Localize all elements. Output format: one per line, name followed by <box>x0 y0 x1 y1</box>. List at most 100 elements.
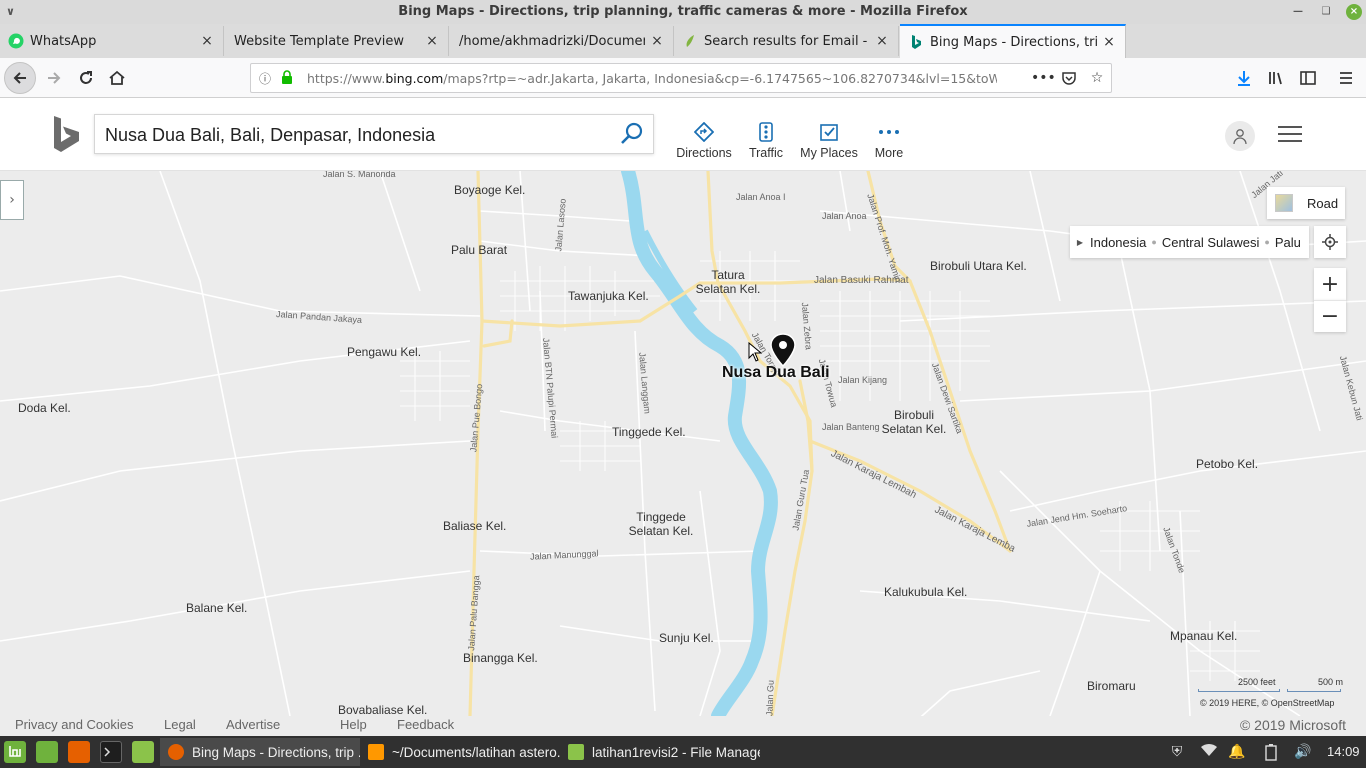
page-actions-icon[interactable]: ••• <box>1031 70 1056 86</box>
back-button[interactable] <box>4 62 36 94</box>
envato-leaf-icon <box>682 33 698 49</box>
breadcrumb-item[interactable]: Indonesia <box>1090 235 1146 250</box>
firefox-icon <box>168 744 184 760</box>
clock[interactable]: 14:09 <box>1327 744 1360 759</box>
breadcrumb-item[interactable]: Palu <box>1275 235 1301 250</box>
user-account-button[interactable] <box>1225 121 1255 151</box>
downloads-button[interactable] <box>1230 64 1258 92</box>
home-icon <box>109 70 125 85</box>
window-title: Bing Maps - Directions, trip planning, t… <box>398 4 968 19</box>
location-pin-icon[interactable] <box>769 333 797 367</box>
tab-close-icon[interactable]: × <box>649 33 665 49</box>
tab-search-results-email[interactable]: Search results for Email - Flat × <box>674 26 899 56</box>
bing-logo[interactable] <box>52 116 82 152</box>
tab-close-icon[interactable]: × <box>199 33 215 49</box>
notifications-bell-icon[interactable]: 🔔 <box>1228 743 1246 761</box>
tab-local-file[interactable]: /home/akhmadrizki/Documents/l × <box>449 26 674 56</box>
lock-icon[interactable] <box>281 69 295 87</box>
taskbar-window-file-manager[interactable]: latihan1revisi2 - File Manager <box>560 738 760 766</box>
battery-icon[interactable] <box>1262 743 1280 761</box>
reload-button[interactable] <box>72 64 100 92</box>
pin-label[interactable]: Nusa Dua Bali <box>722 364 830 382</box>
tab-close-icon[interactable]: × <box>874 33 890 49</box>
taskbar-window-sublime[interactable]: ~/Documents/latihan astero... <box>360 738 560 766</box>
footer-link-help[interactable]: Help <box>340 717 367 732</box>
traffic-button[interactable]: Traffic <box>730 122 802 160</box>
files-launcher-icon[interactable] <box>132 741 154 763</box>
url-prefix: https://www. <box>307 70 386 86</box>
terminal-launcher-icon[interactable] <box>100 741 122 763</box>
footer-link-feedback[interactable]: Feedback <box>397 717 454 732</box>
map-street-label: Jalan S. Manonda <box>323 171 396 179</box>
map-area-label: Doda Kel. <box>18 401 71 415</box>
sidebar-icon <box>1300 71 1316 85</box>
search-box[interactable] <box>94 114 654 154</box>
map-area-label: Biromaru <box>1087 679 1136 693</box>
breadcrumb-expand-icon[interactable]: ▶ <box>1070 238 1090 247</box>
footer-link-privacy[interactable]: Privacy and Cookies <box>15 717 134 732</box>
sublime-icon <box>368 744 384 760</box>
forward-button[interactable] <box>40 64 68 92</box>
breadcrumb-item[interactable]: Central Sulawesi <box>1162 235 1260 250</box>
expand-panel-button[interactable]: › <box>0 180 24 220</box>
tab-whatsapp[interactable]: WhatsApp × <box>0 26 224 56</box>
map-canvas[interactable]: Boyaoge Kel. Palu Barat Tatura Selatan K… <box>0 171 1366 716</box>
plus-icon: + <box>1320 271 1340 297</box>
more-button[interactable]: More <box>853 122 925 160</box>
minus-icon: − <box>1320 304 1340 329</box>
arrow-left-icon <box>13 72 26 84</box>
map-style-button[interactable]: Road <box>1267 187 1345 219</box>
sidebar-button[interactable] <box>1294 64 1322 92</box>
map-street-label: Jalan Anoa <box>822 211 867 221</box>
tab-bing-maps[interactable]: Bing Maps - Directions, trip pl × <box>900 24 1126 58</box>
url-text[interactable]: https://www.bing.com/maps?rtp=~adr.Jakar… <box>307 71 997 86</box>
map-area-label: Tatura Selatan Kel. <box>695 268 761 296</box>
map-street-label: Jalan Anoa I <box>736 192 786 202</box>
more-icon <box>879 130 899 134</box>
locate-me-button[interactable] <box>1314 226 1346 258</box>
bookmark-star-icon[interactable]: ☆ <box>1087 70 1107 86</box>
app-menu-button[interactable] <box>1332 64 1360 92</box>
maximize-icon[interactable]: ❑ <box>1318 4 1334 20</box>
tab-close-icon[interactable]: × <box>1101 34 1117 50</box>
bing-menu-button[interactable] <box>1278 126 1302 144</box>
mouse-cursor-icon <box>748 342 762 362</box>
map-scale: 2500 feet 500 m <box>1196 677 1346 699</box>
minimize-icon[interactable]: — <box>1290 4 1306 20</box>
crosshair-icon <box>1322 234 1338 250</box>
hamburger-line <box>1278 140 1302 142</box>
shield-icon[interactable]: ⛨ <box>1168 743 1186 761</box>
bing-footer: Privacy and Cookies Legal Advertise Help… <box>0 716 1366 736</box>
map-street-label: Jalan Banteng <box>822 422 880 432</box>
footer-link-advertise[interactable]: Advertise <box>226 717 280 732</box>
search-input[interactable] <box>105 121 605 149</box>
taskbar-window-firefox[interactable]: Bing Maps - Directions, trip ... <box>160 738 360 766</box>
mint-menu-icon[interactable] <box>4 741 26 763</box>
pocket-icon[interactable] <box>1059 70 1079 90</box>
close-window-icon[interactable]: × <box>1346 4 1362 20</box>
map-area-label: Tinggede Selatan Kel. <box>628 510 694 538</box>
location-breadcrumb: ▶ Indonesia ● Central Sulawesi ● Palu <box>1070 226 1309 258</box>
search-icon[interactable] <box>619 121 645 147</box>
traffic-icon <box>759 122 773 142</box>
info-icon[interactable]: ⓘ <box>259 70 277 87</box>
folder-icon <box>568 744 584 760</box>
zoom-in-button[interactable]: + <box>1314 268 1346 300</box>
home-button[interactable] <box>103 64 131 92</box>
window-menu-chevron-icon[interactable]: ∨ <box>6 0 15 24</box>
tab-website-template-preview[interactable]: Website Template Preview × <box>224 26 449 56</box>
map-area-label: Kalukubula Kel. <box>884 585 968 599</box>
map-street-label: Jalan Gu <box>764 679 776 716</box>
library-button[interactable] <box>1262 64 1290 92</box>
volume-icon[interactable]: 🔊 <box>1294 743 1312 761</box>
zoom-out-button[interactable]: − <box>1314 300 1346 332</box>
url-bar[interactable]: ⓘ https://www.bing.com/maps?rtp=~adr.Jak… <box>250 63 1112 93</box>
show-desktop-icon[interactable] <box>36 741 58 763</box>
footer-link-legal[interactable]: Legal <box>164 717 196 732</box>
firefox-launcher-icon[interactable] <box>68 741 90 763</box>
dense-residential-grid <box>400 251 1260 681</box>
whatsapp-icon <box>8 33 24 49</box>
tab-close-icon[interactable]: × <box>424 33 440 49</box>
wifi-icon[interactable] <box>1200 743 1218 761</box>
map-area-label: Petobo Kel. <box>1196 457 1259 471</box>
